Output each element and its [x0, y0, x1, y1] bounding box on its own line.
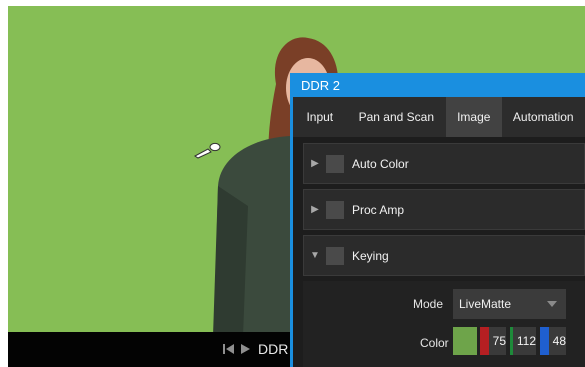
- color-label: Color: [420, 336, 449, 350]
- collapse-arrow-icon[interactable]: ▼: [304, 250, 326, 261]
- eyedropper-icon: [194, 142, 221, 159]
- green-value: 112: [516, 334, 536, 348]
- panel-titlebar[interactable]: DDR 2: [293, 73, 585, 97]
- red-channel-field[interactable]: 75: [480, 327, 506, 355]
- keying-settings: Mode LiveMatte Color 75 112 48: [303, 281, 585, 367]
- ddr-settings-panel: DDR 2 Input Pan and Scan Image Automatio…: [290, 73, 585, 367]
- mode-label: Mode: [413, 297, 444, 311]
- dropdown-caret-icon: [547, 301, 557, 307]
- mode-value: LiveMatte: [459, 297, 512, 311]
- settings-sections: ▶ Auto Color ▶ Proc Amp ▼ Keying: [303, 143, 585, 281]
- play-icon[interactable]: [238, 342, 252, 356]
- green-channel-field[interactable]: 112: [510, 327, 536, 355]
- keying-checkbox[interactable]: [326, 246, 344, 265]
- auto-color-checkbox[interactable]: [326, 154, 344, 173]
- section-label: Keying: [352, 248, 389, 263]
- panel-title: DDR 2: [301, 77, 341, 93]
- transport-controls: DDR 2: [222, 337, 300, 361]
- section-auto-color[interactable]: ▶ Auto Color: [303, 143, 585, 184]
- tab-input[interactable]: Input: [293, 97, 347, 137]
- blue-channel-field[interactable]: 48: [540, 327, 566, 355]
- section-label: Auto Color: [352, 156, 409, 171]
- tab-image[interactable]: Image: [446, 97, 502, 137]
- section-proc-amp[interactable]: ▶ Proc Amp: [303, 189, 585, 230]
- section-keying[interactable]: ▼ Keying: [303, 235, 585, 276]
- tab-automation[interactable]: Automation: [502, 97, 585, 137]
- section-label: Proc Amp: [352, 202, 405, 217]
- panel-tabs: Input Pan and Scan Image Automation: [293, 97, 585, 137]
- expand-arrow-icon[interactable]: ▶: [304, 204, 326, 215]
- key-color-swatch[interactable]: [453, 327, 477, 355]
- skip-back-icon[interactable]: [222, 342, 236, 356]
- mode-dropdown[interactable]: LiveMatte: [453, 289, 566, 319]
- blue-value: 48: [552, 334, 566, 348]
- tab-pan-and-scan[interactable]: Pan and Scan: [347, 97, 446, 137]
- expand-arrow-icon[interactable]: ▶: [304, 158, 326, 169]
- proc-amp-checkbox[interactable]: [326, 200, 344, 219]
- red-value: 75: [492, 334, 506, 348]
